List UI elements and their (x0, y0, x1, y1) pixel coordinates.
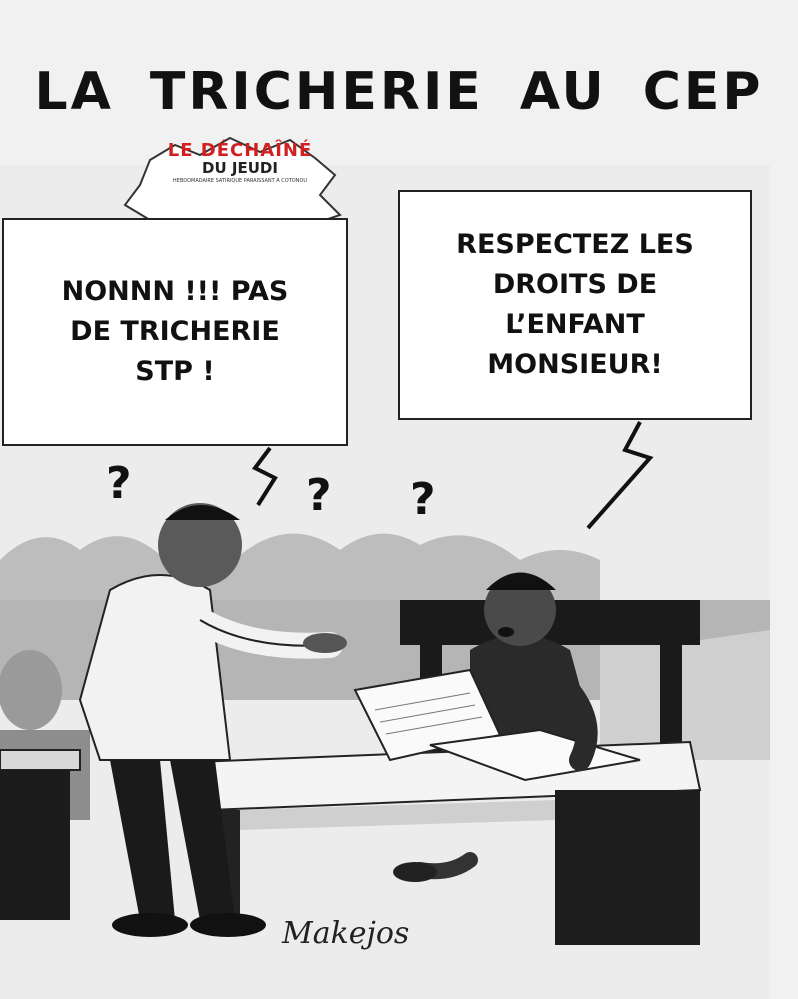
logo-tagline: HEBDOMADAIRE SATIRIQUE PARAISSANT À COTO… (172, 178, 308, 184)
question-mark: ? (410, 474, 436, 525)
teacher-line: DE TRICHERIE (70, 316, 280, 347)
teacher-bubble-tail (251, 446, 278, 507)
question-mark: ? (306, 470, 332, 521)
student-speech-bubble: RESPECTEZ LES DROITS DE L’ENFANT MONSIEU… (398, 190, 752, 420)
logo-name: LE DÉCHAÎNÉ (167, 140, 313, 161)
side-student (0, 650, 62, 730)
logo-subtitle: DU JEUDI (202, 159, 278, 177)
question-mark: ? (106, 458, 132, 509)
newspaper-logo: LE DÉCHAÎNÉ DU JEUDI HEBDOMADAIRE SATIRI… (150, 140, 330, 184)
student-line: MONSIEUR! (487, 349, 663, 380)
left-desk (0, 749, 81, 771)
teacher-line: STP ! (135, 356, 215, 387)
teacher-legs (110, 760, 235, 920)
student-line: DROITS DE (492, 269, 658, 300)
student-line: L’ENFANT (505, 309, 645, 340)
teacher-line: NONNN !!! PAS (61, 276, 289, 307)
student-line: RESPECTEZ LES (456, 229, 694, 260)
artist-signature: Makejos (282, 916, 410, 951)
teacher-speech-bubble: NONNN !!! PAS DE TRICHERIE STP ! (2, 218, 348, 446)
student-bubble-tail (586, 421, 654, 530)
